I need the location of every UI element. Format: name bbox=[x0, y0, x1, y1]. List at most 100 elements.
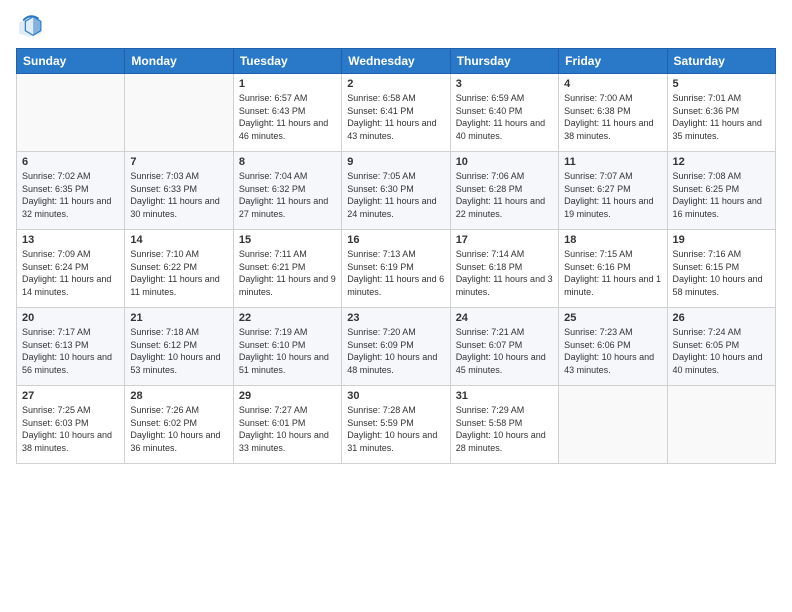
day-number: 7 bbox=[130, 156, 227, 168]
calendar-cell bbox=[125, 74, 233, 152]
calendar-cell: 31 Sunrise: 7:29 AMSunset: 5:58 PMDayligh… bbox=[450, 386, 558, 464]
calendar-cell: 7Sunrise: 7:03 AMSunset: 6:33 PMDaylight… bbox=[125, 152, 233, 230]
calendar-cell: 8 Sunrise: 7:04 AMSunset: 6:32 PMDaylight… bbox=[233, 152, 341, 230]
header bbox=[16, 12, 776, 40]
day-number: 14 bbox=[130, 234, 227, 246]
day-info: Sunrise: 7:08 AMSunset: 6:25 PMDaylight:… bbox=[673, 170, 770, 220]
calendar-cell: 26Sunrise: 7:24 AMSunset: 6:05 PMDayligh… bbox=[667, 308, 775, 386]
calendar-cell: 9 Sunrise: 7:05 AMSunset: 6:30 PMDaylight… bbox=[342, 152, 450, 230]
day-number: 30 bbox=[347, 390, 444, 402]
day-number: 18 bbox=[564, 234, 661, 246]
day-info: Sunrise: 7:27 AMSunset: 6:01 PMDaylight:… bbox=[239, 404, 336, 454]
calendar-week-5: 27 Sunrise: 7:25 AMSunset: 6:03 PMDayligh… bbox=[17, 386, 776, 464]
day-info: Sunrise: 6:58 AMSunset: 6:41 PMDaylight:… bbox=[347, 92, 444, 142]
day-number: 9 bbox=[347, 156, 444, 168]
calendar-week-3: 13 Sunrise: 7:09 AMSunset: 6:24 PMDayligh… bbox=[17, 230, 776, 308]
day-info: Sunrise: 7:15 AMSunset: 6:16 PMDaylight:… bbox=[564, 248, 661, 298]
calendar-cell: 11 Sunrise: 7:07 AMSunset: 6:27 PMDayligh… bbox=[559, 152, 667, 230]
day-info: Sunrise: 7:25 AMSunset: 6:03 PMDaylight:… bbox=[22, 404, 119, 454]
calendar-cell bbox=[559, 386, 667, 464]
day-info: Sunrise: 6:57 AMSunset: 6:43 PMDaylight:… bbox=[239, 92, 336, 142]
calendar-cell bbox=[667, 386, 775, 464]
day-number: 11 bbox=[564, 156, 661, 168]
day-info: Sunrise: 7:21 AMSunset: 6:07 PMDaylight:… bbox=[456, 326, 553, 376]
day-number: 1 bbox=[239, 78, 336, 90]
calendar-table: SundayMondayTuesdayWednesdayThursdayFrid… bbox=[16, 48, 776, 464]
calendar-cell: 4 Sunrise: 7:00 AMSunset: 6:38 PMDaylight… bbox=[559, 74, 667, 152]
calendar-cell: 23Sunrise: 7:20 AMSunset: 6:09 PMDayligh… bbox=[342, 308, 450, 386]
calendar-cell: 25 Sunrise: 7:23 AMSunset: 6:06 PMDayligh… bbox=[559, 308, 667, 386]
day-info: Sunrise: 7:18 AMSunset: 6:12 PMDaylight:… bbox=[130, 326, 227, 376]
day-info: Sunrise: 7:11 AMSunset: 6:21 PMDaylight:… bbox=[239, 248, 336, 298]
day-number: 4 bbox=[564, 78, 661, 90]
day-info: Sunrise: 7:10 AMSunset: 6:22 PMDaylight:… bbox=[130, 248, 227, 298]
calendar-cell: 27 Sunrise: 7:25 AMSunset: 6:03 PMDayligh… bbox=[17, 386, 125, 464]
calendar-cell: 1 Sunrise: 6:57 AMSunset: 6:43 PMDaylight… bbox=[233, 74, 341, 152]
day-info: Sunrise: 7:07 AMSunset: 6:27 PMDaylight:… bbox=[564, 170, 661, 220]
calendar-cell: 6 Sunrise: 7:02 AMSunset: 6:35 PMDaylight… bbox=[17, 152, 125, 230]
day-info: Sunrise: 7:04 AMSunset: 6:32 PMDaylight:… bbox=[239, 170, 336, 220]
day-number: 2 bbox=[347, 78, 444, 90]
calendar-header-friday: Friday bbox=[559, 49, 667, 74]
day-info: Sunrise: 7:23 AMSunset: 6:06 PMDaylight:… bbox=[564, 326, 661, 376]
calendar-cell: 21Sunrise: 7:18 AMSunset: 6:12 PMDayligh… bbox=[125, 308, 233, 386]
day-info: Sunrise: 7:24 AMSunset: 6:05 PMDaylight:… bbox=[673, 326, 770, 376]
day-number: 15 bbox=[239, 234, 336, 246]
day-number: 28 bbox=[130, 390, 227, 402]
calendar-cell: 16Sunrise: 7:13 AMSunset: 6:19 PMDayligh… bbox=[342, 230, 450, 308]
day-number: 27 bbox=[22, 390, 119, 402]
calendar-week-1: 1 Sunrise: 6:57 AMSunset: 6:43 PMDaylight… bbox=[17, 74, 776, 152]
calendar-header-monday: Monday bbox=[125, 49, 233, 74]
day-info: Sunrise: 6:59 AMSunset: 6:40 PMDaylight:… bbox=[456, 92, 553, 142]
day-number: 12 bbox=[673, 156, 770, 168]
calendar-header-thursday: Thursday bbox=[450, 49, 558, 74]
calendar-cell: 15 Sunrise: 7:11 AMSunset: 6:21 PMDayligh… bbox=[233, 230, 341, 308]
day-number: 13 bbox=[22, 234, 119, 246]
day-info: Sunrise: 7:06 AMSunset: 6:28 PMDaylight:… bbox=[456, 170, 553, 220]
calendar-cell: 10 Sunrise: 7:06 AMSunset: 6:28 PMDayligh… bbox=[450, 152, 558, 230]
day-info: Sunrise: 7:05 AMSunset: 6:30 PMDaylight:… bbox=[347, 170, 444, 220]
day-number: 6 bbox=[22, 156, 119, 168]
day-info: Sunrise: 7:29 AMSunset: 5:58 PMDaylight:… bbox=[456, 404, 553, 454]
day-number: 31 bbox=[456, 390, 553, 402]
logo-icon bbox=[16, 12, 44, 40]
calendar-week-2: 6 Sunrise: 7:02 AMSunset: 6:35 PMDaylight… bbox=[17, 152, 776, 230]
calendar-cell: 22 Sunrise: 7:19 AMSunset: 6:10 PMDayligh… bbox=[233, 308, 341, 386]
day-number: 10 bbox=[456, 156, 553, 168]
day-number: 5 bbox=[673, 78, 770, 90]
day-info: Sunrise: 7:02 AMSunset: 6:35 PMDaylight:… bbox=[22, 170, 119, 220]
calendar-cell: 5Sunrise: 7:01 AMSunset: 6:36 PMDaylight… bbox=[667, 74, 775, 152]
day-info: Sunrise: 7:26 AMSunset: 6:02 PMDaylight:… bbox=[130, 404, 227, 454]
page: SundayMondayTuesdayWednesdayThursdayFrid… bbox=[0, 0, 792, 612]
day-number: 25 bbox=[564, 312, 661, 324]
calendar-cell: 13 Sunrise: 7:09 AMSunset: 6:24 PMDayligh… bbox=[17, 230, 125, 308]
day-number: 24 bbox=[456, 312, 553, 324]
calendar-cell: 30Sunrise: 7:28 AMSunset: 5:59 PMDayligh… bbox=[342, 386, 450, 464]
day-number: 8 bbox=[239, 156, 336, 168]
calendar-cell bbox=[17, 74, 125, 152]
calendar-cell: 3 Sunrise: 6:59 AMSunset: 6:40 PMDaylight… bbox=[450, 74, 558, 152]
calendar-cell: 20 Sunrise: 7:17 AMSunset: 6:13 PMDayligh… bbox=[17, 308, 125, 386]
day-info: Sunrise: 7:14 AMSunset: 6:18 PMDaylight:… bbox=[456, 248, 553, 298]
day-number: 3 bbox=[456, 78, 553, 90]
day-info: Sunrise: 7:19 AMSunset: 6:10 PMDaylight:… bbox=[239, 326, 336, 376]
day-number: 29 bbox=[239, 390, 336, 402]
day-number: 20 bbox=[22, 312, 119, 324]
calendar-header-row: SundayMondayTuesdayWednesdayThursdayFrid… bbox=[17, 49, 776, 74]
logo bbox=[16, 12, 48, 40]
calendar-header-sunday: Sunday bbox=[17, 49, 125, 74]
day-info: Sunrise: 7:16 AMSunset: 6:15 PMDaylight:… bbox=[673, 248, 770, 298]
day-number: 17 bbox=[456, 234, 553, 246]
calendar-cell: 29 Sunrise: 7:27 AMSunset: 6:01 PMDayligh… bbox=[233, 386, 341, 464]
day-number: 19 bbox=[673, 234, 770, 246]
calendar-cell: 18 Sunrise: 7:15 AMSunset: 6:16 PMDayligh… bbox=[559, 230, 667, 308]
day-info: Sunrise: 7:09 AMSunset: 6:24 PMDaylight:… bbox=[22, 248, 119, 298]
calendar-header-saturday: Saturday bbox=[667, 49, 775, 74]
calendar-header-wednesday: Wednesday bbox=[342, 49, 450, 74]
day-info: Sunrise: 7:00 AMSunset: 6:38 PMDaylight:… bbox=[564, 92, 661, 142]
calendar-cell: 24 Sunrise: 7:21 AMSunset: 6:07 PMDayligh… bbox=[450, 308, 558, 386]
day-number: 16 bbox=[347, 234, 444, 246]
day-info: Sunrise: 7:20 AMSunset: 6:09 PMDaylight:… bbox=[347, 326, 444, 376]
day-number: 22 bbox=[239, 312, 336, 324]
day-info: Sunrise: 7:17 AMSunset: 6:13 PMDaylight:… bbox=[22, 326, 119, 376]
